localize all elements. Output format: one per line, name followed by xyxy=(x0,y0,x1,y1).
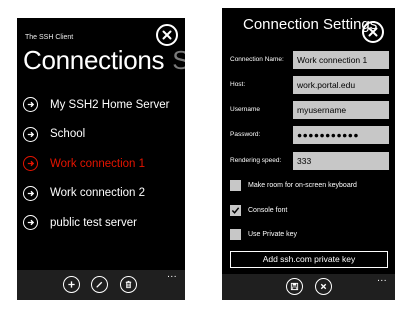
cancel-button[interactable] xyxy=(315,278,332,295)
username-field[interactable]: myusername xyxy=(293,101,389,119)
console-font-option[interactable]: Console font xyxy=(230,203,390,217)
close-button[interactable] xyxy=(156,24,178,46)
add-icon xyxy=(68,281,75,288)
connection-item[interactable]: School xyxy=(23,120,183,150)
save-icon xyxy=(290,282,299,291)
delete-icon xyxy=(125,280,132,289)
delete-button[interactable] xyxy=(120,276,137,293)
next-pivot-header[interactable]: Se xyxy=(172,45,185,75)
app-bar: ... xyxy=(222,273,395,300)
checkmark-icon xyxy=(231,206,240,214)
username-row: Username myusername xyxy=(222,101,395,120)
console-font-checkbox[interactable] xyxy=(230,204,241,216)
username-label: Username xyxy=(230,106,260,113)
password-field[interactable]: ●●●●●●●●●●● xyxy=(293,126,389,144)
connection-name-label: Connection Name: xyxy=(230,56,284,63)
host-field[interactable]: work.portal.edu xyxy=(293,76,389,94)
arrow-right-icon xyxy=(23,185,38,201)
password-row: Password: ●●●●●●●●●●● xyxy=(222,126,395,145)
connections-screen: The SSH Client ConnectionsSe My SSH2 Hom… xyxy=(17,18,185,300)
connection-settings-screen: Connection Settings Connection Name: Wor… xyxy=(222,8,395,300)
private-key-option[interactable]: Use Private key xyxy=(230,227,390,241)
page-title-text: Connections xyxy=(23,45,165,75)
host-row: Host: work.portal.edu xyxy=(222,76,395,95)
room-for-keyboard-checkbox[interactable] xyxy=(230,179,241,191)
connection-item[interactable]: My SSH2 Home Server xyxy=(23,90,183,120)
rendering-speed-field[interactable]: 333 xyxy=(293,152,389,170)
add-button[interactable] xyxy=(63,276,80,293)
close-icon xyxy=(162,30,172,40)
connection-list: My SSH2 Home Server School Work connecti… xyxy=(23,90,183,238)
connection-name-field[interactable]: Work connection 1 xyxy=(293,51,389,69)
connection-label: Work connection 1 xyxy=(50,157,146,170)
connection-label: School xyxy=(50,128,86,141)
connection-item[interactable]: Work connection 2 xyxy=(23,179,183,209)
password-label: Password: xyxy=(230,131,261,138)
page-title: Connection Settings xyxy=(243,16,378,33)
connection-label: My SSH2 Home Server xyxy=(50,98,170,111)
connection-item[interactable]: public test server xyxy=(23,208,183,238)
room-for-keyboard-option[interactable]: Make room for on-screen keyboard xyxy=(230,178,390,192)
more-options-button[interactable]: ... xyxy=(167,269,177,280)
arrow-right-icon xyxy=(23,126,38,142)
more-options-button[interactable]: ... xyxy=(377,273,387,284)
arrow-right-icon xyxy=(23,156,38,172)
arrow-right-icon xyxy=(23,97,38,113)
rendering-speed-label: Rendering speed: xyxy=(230,157,282,164)
edit-button[interactable] xyxy=(91,276,108,293)
add-private-key-button[interactable]: Add ssh.com private key xyxy=(230,251,388,268)
host-label: Host: xyxy=(230,81,246,88)
app-title: The SSH Client xyxy=(25,34,74,41)
rendering-speed-row: Rendering speed: 333 xyxy=(222,152,395,171)
connection-label: public test server xyxy=(50,216,137,229)
app-bar: ... xyxy=(17,269,185,300)
save-button[interactable] xyxy=(286,278,303,295)
connection-item-selected[interactable]: Work connection 1 xyxy=(23,149,183,179)
edit-icon xyxy=(96,281,103,288)
private-key-label: Use Private key xyxy=(248,230,298,238)
page-title: ConnectionsSe xyxy=(23,45,185,76)
connection-label: Work connection 2 xyxy=(50,187,146,200)
private-key-checkbox[interactable] xyxy=(230,228,241,240)
close-button[interactable] xyxy=(362,21,384,43)
console-font-label: Console font xyxy=(248,206,288,214)
arrow-right-icon xyxy=(23,215,38,231)
connection-name-row: Connection Name: Work connection 1 xyxy=(222,51,395,70)
room-for-keyboard-label: Make room for on-screen keyboard xyxy=(248,181,357,189)
cancel-icon xyxy=(320,283,327,290)
close-icon xyxy=(368,27,378,37)
